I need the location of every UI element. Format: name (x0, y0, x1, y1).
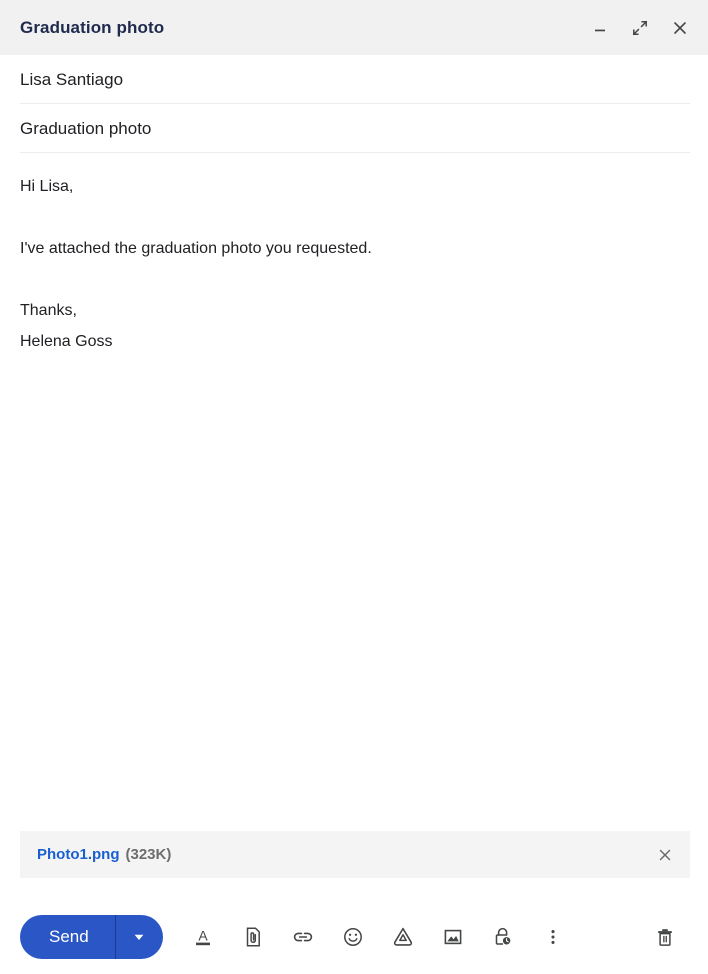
google-drive-icon (393, 927, 412, 946)
confidential-mode-button[interactable] (478, 915, 528, 959)
toolbar-icon-group: A (178, 915, 578, 959)
insert-emoji-button[interactable] (328, 915, 378, 959)
close-icon (674, 21, 686, 34)
link-icon (293, 932, 312, 942)
attachment-name[interactable]: Photo1.png (37, 846, 120, 863)
page-title: Graduation photo (20, 17, 165, 37)
image-icon (444, 929, 462, 945)
insert-link-button[interactable] (278, 915, 328, 959)
more-vertical-icon (551, 930, 555, 944)
emoji-icon (343, 928, 362, 946)
send-button[interactable]: Send (20, 915, 115, 959)
format-text-icon: A (195, 928, 210, 946)
remove-attachment-button[interactable] (654, 844, 676, 866)
recipient-input[interactable]: Lisa Santiago (20, 69, 688, 91)
compose-header: Graduation photo (0, 0, 708, 55)
svg-text:A: A (198, 928, 208, 944)
trash-icon (658, 929, 672, 946)
attachment-chip[interactable]: Photo1.png (323K) (20, 831, 690, 878)
window-controls (586, 14, 694, 42)
close-button[interactable] (666, 14, 694, 42)
compose-window: Graduation photo Lisa Santiago Graduatio… (0, 0, 708, 974)
discard-draft-button[interactable] (640, 915, 690, 959)
send-button-group[interactable]: Send (20, 915, 163, 959)
send-options-button[interactable] (116, 915, 163, 959)
full-screen-icon (632, 20, 648, 35)
more-options-button[interactable] (528, 915, 578, 959)
attachment-list: Photo1.png (323K) (0, 831, 708, 878)
subject-input[interactable]: Graduation photo (20, 118, 688, 140)
attach-file-button[interactable] (228, 915, 278, 959)
insert-drive-file-button[interactable] (378, 915, 428, 959)
chevron-down-icon (134, 934, 144, 940)
recipient-field-row[interactable]: Lisa Santiago (0, 55, 708, 104)
message-body-area[interactable]: Hi Lisa, I've attached the graduation ph… (0, 153, 708, 831)
compose-toolbar: Send A (0, 900, 708, 974)
subject-field-row[interactable]: Graduation photo (0, 104, 708, 153)
insert-photo-button[interactable] (428, 915, 478, 959)
minimize-icon (595, 29, 605, 31)
message-body-input[interactable]: Hi Lisa, I've attached the graduation ph… (20, 171, 688, 357)
minimize-button[interactable] (586, 14, 614, 42)
attach-file-icon (246, 927, 260, 947)
lock-clock-icon (495, 927, 511, 945)
full-screen-button[interactable] (626, 14, 654, 42)
attachment-size: (323K) (125, 846, 172, 863)
formatting-options-button[interactable]: A (178, 915, 228, 959)
close-icon (659, 849, 671, 860)
